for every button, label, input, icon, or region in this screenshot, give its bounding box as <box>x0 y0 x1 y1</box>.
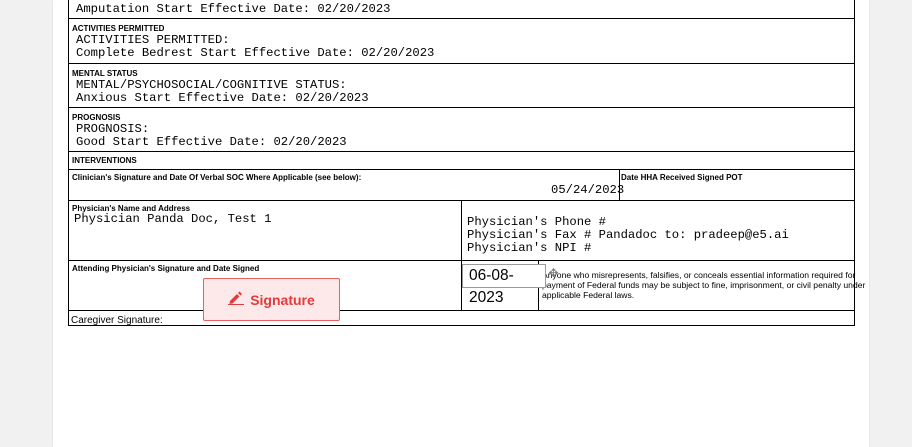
legal-disclaimer-line-1: Anyone who misrepresents, falsifies, or … <box>542 270 856 280</box>
mental-status-row: MENTAL STATUS MENTAL/PSYCHOSOCIAL/COGNIT… <box>69 64 854 108</box>
prognosis-header: PROGNOSIS <box>72 113 121 122</box>
physician-row: Physician's Name and Address Physician P… <box>69 201 854 261</box>
document-page: Amputation Start Effective Date: 02/20/2… <box>53 0 869 447</box>
pen-icon <box>228 291 245 308</box>
hha-received-header: Date HHA Received Signed POT <box>621 173 743 182</box>
activities-header: ACTIVITIES PERMITTED <box>72 24 165 33</box>
verbal-soc-divider <box>619 170 620 200</box>
move-icon[interactable]: ✥ <box>545 266 562 280</box>
activities-line-2: Complete Bedrest Start Effective Date: 0… <box>76 46 435 60</box>
signed-date-field[interactable]: 06-08-2023 <box>462 264 546 306</box>
verbal-soc-date: 05/24/2023 <box>551 183 625 197</box>
signature-button-label: Signature <box>250 291 315 308</box>
plan-of-care-form: Amputation Start Effective Date: 02/20/2… <box>68 0 865 326</box>
caregiver-row <box>69 311 854 326</box>
physician-divider <box>461 201 462 260</box>
amputation-line: Amputation Start Effective Date: 02/20/2… <box>76 2 391 16</box>
physician-npi: Physician's NPI # <box>467 241 592 255</box>
interventions-row: INTERVENTIONS <box>69 152 854 170</box>
mental-status-header: MENTAL STATUS <box>72 69 138 78</box>
attending-header: Attending Physician's Signature and Date… <box>72 264 260 273</box>
amputation-row: Amputation Start Effective Date: 02/20/2… <box>69 0 854 19</box>
legal-disclaimer-line-2: payment of Federal funds may be subject … <box>542 280 866 290</box>
activities-row: ACTIVITIES PERMITTED ACTIVITIES PERMITTE… <box>69 19 854 64</box>
legal-disclaimer-line-3: applicable Federal laws. <box>542 290 635 300</box>
prognosis-line-2: Good Start Effective Date: 02/20/2023 <box>76 135 347 149</box>
signature-button[interactable]: Signature <box>203 278 340 321</box>
caregiver-signature-label: Caregiver Signature: <box>71 315 163 326</box>
physician-name: Physician Panda Doc, Test 1 <box>74 212 272 226</box>
interventions-header: INTERVENTIONS <box>72 156 137 165</box>
verbal-soc-row: Clinician's Signature and Date Of Verbal… <box>69 170 854 201</box>
mental-status-line-2: Anxious Start Effective Date: 02/20/2023 <box>76 91 369 105</box>
prognosis-row: PROGNOSIS PROGNOSIS: Good Start Effectiv… <box>69 108 854 152</box>
verbal-soc-header: Clinician's Signature and Date Of Verbal… <box>72 173 362 182</box>
